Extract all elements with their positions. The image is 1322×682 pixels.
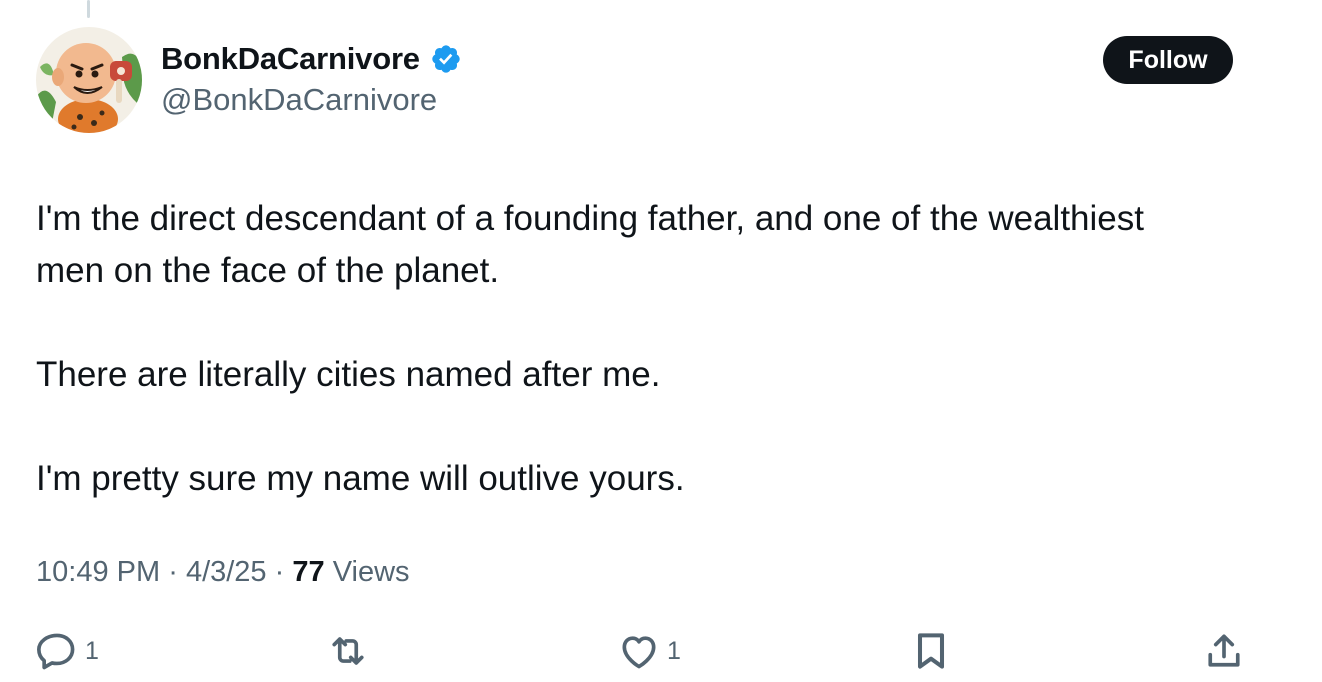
views-label: Views <box>332 556 410 588</box>
tweet-paragraph: There are literally cities named after m… <box>36 355 661 394</box>
tweet-time[interactable]: 10:49 PM <box>36 556 160 588</box>
views-count: 77 <box>292 556 325 588</box>
reply-icon <box>37 633 75 670</box>
share-icon <box>1208 634 1240 667</box>
thread-connector-line <box>87 0 90 18</box>
verified-badge-icon[interactable] <box>430 43 462 75</box>
retweet-icon <box>332 637 364 665</box>
author-handle[interactable]: @BonkDaCarnivore <box>161 82 437 118</box>
bookmark-icon <box>917 633 945 669</box>
retweet-button[interactable] <box>326 628 376 674</box>
tweet-date[interactable]: 4/3/25 <box>186 556 267 588</box>
follow-button[interactable]: Follow <box>1103 36 1233 84</box>
tweet-body: I'm the direct descendant of a founding … <box>36 193 1156 505</box>
heart-icon <box>622 636 656 669</box>
tweet-paragraph: I'm pretty sure my name will outlive you… <box>36 459 685 498</box>
caveman-avatar-icon <box>36 27 142 133</box>
like-count: 1 <box>667 636 681 665</box>
bookmark-button[interactable] <box>909 628 953 674</box>
author-name-row: BonkDaCarnivore <box>161 39 462 79</box>
avatar[interactable] <box>36 27 142 133</box>
tweet-paragraph: I'm the direct descendant of a founding … <box>36 199 1144 290</box>
tweet-meta: 10:49 PM · 4/3/25 · 77 Views <box>36 556 410 589</box>
author-display-name[interactable]: BonkDaCarnivore <box>161 41 420 77</box>
like-button[interactable]: 1 <box>617 628 681 674</box>
meta-separator: · <box>274 556 285 588</box>
meta-separator: · <box>168 556 178 588</box>
share-button[interactable] <box>1202 628 1246 674</box>
reply-button[interactable]: 1 <box>35 628 99 674</box>
reply-count: 1 <box>85 636 99 665</box>
